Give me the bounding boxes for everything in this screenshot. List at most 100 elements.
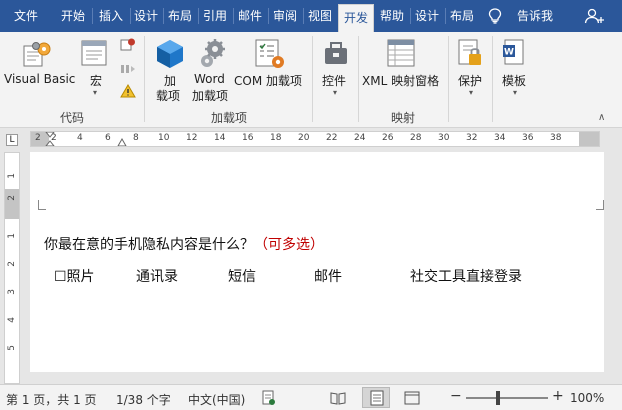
vertical-ruler-number: 2 [7, 195, 17, 201]
collapse-ribbon-icon[interactable]: ∧ [598, 112, 605, 123]
ruler-number: 4 [77, 133, 83, 143]
zoom-out-button[interactable]: − [450, 388, 462, 404]
vertical-ruler-number: 3 [7, 289, 17, 295]
vertical-ruler: 1 2 1 2 3 4 5 [4, 152, 20, 384]
visual-basic-button[interactable]: Visual Basic [4, 72, 75, 86]
controls-icon [325, 42, 347, 64]
protect-button[interactable]: 保护 [458, 72, 482, 89]
tab-insert[interactable]: 插入 [94, 0, 128, 32]
tab-table-design[interactable]: 设计 [411, 0, 443, 32]
macro-button[interactable]: 宏 [90, 72, 102, 89]
zoom-level[interactable]: 100% [570, 391, 604, 405]
tab-review[interactable]: 审阅 [269, 0, 301, 32]
ruler-number: 10 [158, 133, 170, 143]
tell-me-search[interactable]: 告诉我 [512, 0, 558, 32]
person-add-icon[interactable] [584, 8, 606, 24]
ruler-number: 2 [35, 133, 41, 143]
tab-file[interactable]: 文件 [4, 0, 48, 32]
option-contacts[interactable]: 通讯录 [136, 266, 178, 286]
crop-mark [596, 200, 604, 210]
ruler-number: 20 [298, 133, 310, 143]
ruler-number: 8 [133, 133, 139, 143]
document-template-icon: W [503, 39, 524, 65]
ruler-track[interactable]: 2 2 4 6 8 10 12 14 16 18 20 22 24 26 28 … [30, 131, 600, 147]
horizontal-ruler: L 2 2 4 6 8 10 12 14 16 18 20 22 24 26 2… [0, 128, 622, 152]
word-add-ins-button[interactable]: 加载项 [192, 87, 228, 104]
vertical-ruler-number: 5 [7, 345, 17, 351]
chevron-down-icon: ▾ [93, 88, 98, 97]
vertical-ruler-number: 1 [7, 233, 17, 239]
tab-view[interactable]: 视图 [304, 0, 336, 32]
ruler-number: 36 [522, 133, 534, 143]
lightbulb-icon[interactable] [488, 8, 502, 24]
template-button[interactable]: 模板 [502, 72, 526, 89]
add-ins-group-label: 加载项 [210, 111, 247, 125]
vertical-ruler-number: 1 [7, 173, 17, 179]
pause-recording-icon[interactable] [120, 62, 136, 76]
tab-home[interactable]: 开始 [56, 0, 90, 32]
vertical-ruler-number: 2 [7, 261, 17, 267]
document-page[interactable]: 你最在意的手机隐私内容是什么？（可多选） ☐照片 通讯录 短信 邮件 社交工具直… [30, 152, 604, 372]
status-bar: 第 1 页，共 1 页 1/38 个字 中文(中国) − + 100% [0, 384, 622, 410]
group-separator [448, 36, 449, 122]
com-add-ins-button[interactable]: COM 加载项 [234, 72, 302, 89]
first-line-indent-marker[interactable] [45, 132, 55, 146]
group-separator [358, 36, 359, 122]
ruler-number: 28 [410, 133, 422, 143]
read-mode-icon[interactable] [330, 390, 346, 406]
tab-help[interactable]: 帮助 [376, 0, 408, 32]
zoom-in-button[interactable]: + [552, 388, 564, 404]
tab-design[interactable]: 设计 [131, 0, 161, 32]
chevron-down-icon: ▾ [333, 88, 338, 97]
question-paragraph[interactable]: 你最在意的手机隐私内容是什么？（可多选） [44, 234, 324, 254]
ribbon-tab-bar: 文件 开始 插入 设计 布局 引用 邮件 审阅 视图 开发 帮助 设计 布局 告… [0, 0, 622, 32]
xml-mapping-pane-icon [387, 39, 415, 67]
tab-table-layout[interactable]: 布局 [446, 0, 478, 32]
multi-select-hint: （可多选） [254, 237, 324, 253]
print-layout-button[interactable] [362, 387, 390, 408]
hanging-indent-marker[interactable] [117, 136, 127, 146]
ribbon-developer: Visual Basic 宏 ▾ 代码 加 载项 Word 加载项 COM 加载… [0, 32, 622, 128]
ruler-number: 14 [214, 133, 226, 143]
tab-developer[interactable]: 开发 [338, 4, 374, 32]
group-separator [492, 36, 493, 122]
add-ins-button[interactable]: 载项 [156, 87, 180, 104]
option-email[interactable]: 邮件 [314, 266, 342, 286]
option-social-login[interactable]: 社交工具直接登录 [410, 266, 522, 286]
ruler-number: 26 [382, 133, 394, 143]
chevron-down-icon: ▾ [469, 88, 474, 97]
controls-button[interactable]: 控件 [322, 72, 346, 89]
tab-references[interactable]: 引用 [199, 0, 231, 32]
xml-mapping-pane-button[interactable]: XML 映射窗格 [362, 72, 439, 89]
tab-mailings[interactable]: 邮件 [234, 0, 266, 32]
vertical-ruler-margin [5, 189, 19, 219]
option-photos[interactable]: ☐照片 [54, 266, 95, 286]
zoom-slider-thumb[interactable] [496, 391, 500, 405]
accessibility-check-icon[interactable] [262, 390, 276, 406]
chevron-down-icon: ▾ [513, 88, 518, 97]
macro-icon [81, 40, 107, 66]
record-macro-icon[interactable] [120, 38, 136, 52]
web-layout-icon[interactable] [404, 390, 420, 406]
tab-layout[interactable]: 布局 [164, 0, 196, 32]
language-indicator[interactable]: 中文(中国) [188, 391, 245, 408]
ruler-number: 34 [494, 133, 506, 143]
gear-icon [201, 39, 225, 67]
vertical-ruler-number: 4 [7, 317, 17, 323]
word-add-ins-label-line1: Word [194, 72, 225, 86]
option-sms[interactable]: 短信 [228, 266, 256, 286]
visual-basic-icon [23, 42, 51, 67]
tab-stop-selector[interactable]: L [6, 134, 18, 146]
ruler-number: 16 [242, 133, 254, 143]
ruler-number: 38 [550, 133, 562, 143]
ruler-number: 32 [466, 133, 478, 143]
protect-document-icon [458, 39, 481, 65]
page-count[interactable]: 第 1 页，共 1 页 [6, 391, 97, 408]
zoom-slider[interactable] [466, 397, 548, 399]
vertical-scrollbar[interactable] [604, 152, 622, 384]
word-count[interactable]: 1/38 个字 [116, 391, 171, 408]
ruler-number: 30 [438, 133, 450, 143]
mapping-group-label: 映射 [390, 111, 415, 125]
macro-security-icon[interactable] [120, 84, 136, 98]
ruler-right-margin [579, 132, 599, 146]
